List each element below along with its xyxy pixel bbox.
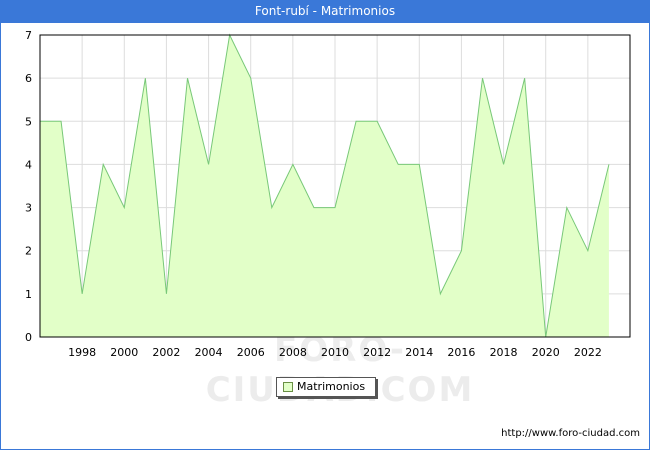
data-point (313, 207, 315, 209)
data-point (418, 163, 420, 165)
data-point (187, 77, 189, 79)
y-tick-label: 0 (25, 331, 32, 344)
x-tick-label: 2002 (152, 346, 180, 359)
data-point (376, 120, 378, 122)
data-point (439, 293, 441, 295)
legend-label: Matrimonios (297, 380, 366, 393)
data-point (102, 163, 104, 165)
data-point (144, 77, 146, 79)
y-tick-label: 6 (25, 72, 32, 85)
data-point (208, 163, 210, 165)
legend: Matrimonios (276, 377, 376, 397)
data-point (81, 293, 83, 295)
y-tick-label: 4 (25, 158, 32, 171)
data-point (482, 77, 484, 79)
x-tick-label: 2012 (363, 346, 391, 359)
x-tick-label: 2008 (279, 346, 307, 359)
x-tick-label: 2020 (532, 346, 560, 359)
y-tick-label: 7 (25, 29, 32, 42)
data-point (524, 77, 526, 79)
source-url: http://www.foro-ciudad.com (501, 428, 640, 439)
legend-swatch (283, 382, 293, 392)
data-point (566, 207, 568, 209)
y-tick-label: 3 (25, 202, 32, 215)
data-point (397, 163, 399, 165)
data-point (334, 207, 336, 209)
data-point (292, 163, 294, 165)
data-point (355, 120, 357, 122)
data-point (587, 250, 589, 252)
x-tick-label: 2018 (490, 346, 518, 359)
y-tick-label: 5 (25, 115, 32, 128)
data-point (60, 120, 62, 122)
x-tick-label: 1998 (68, 346, 96, 359)
data-point (271, 207, 273, 209)
x-tick-label: 2000 (110, 346, 138, 359)
x-tick-label: 2014 (405, 346, 433, 359)
x-tick-label: 2022 (574, 346, 602, 359)
data-point (165, 293, 167, 295)
y-tick-label: 1 (25, 288, 32, 301)
data-point (250, 77, 252, 79)
data-point (460, 250, 462, 252)
x-tick-label: 2016 (447, 346, 475, 359)
y-tick-label: 2 (25, 245, 32, 258)
x-tick-label: 2006 (237, 346, 265, 359)
data-point (608, 163, 610, 165)
x-tick-label: 2010 (321, 346, 349, 359)
x-tick-label: 2004 (195, 346, 223, 359)
data-point (123, 207, 125, 209)
data-point (503, 163, 505, 165)
